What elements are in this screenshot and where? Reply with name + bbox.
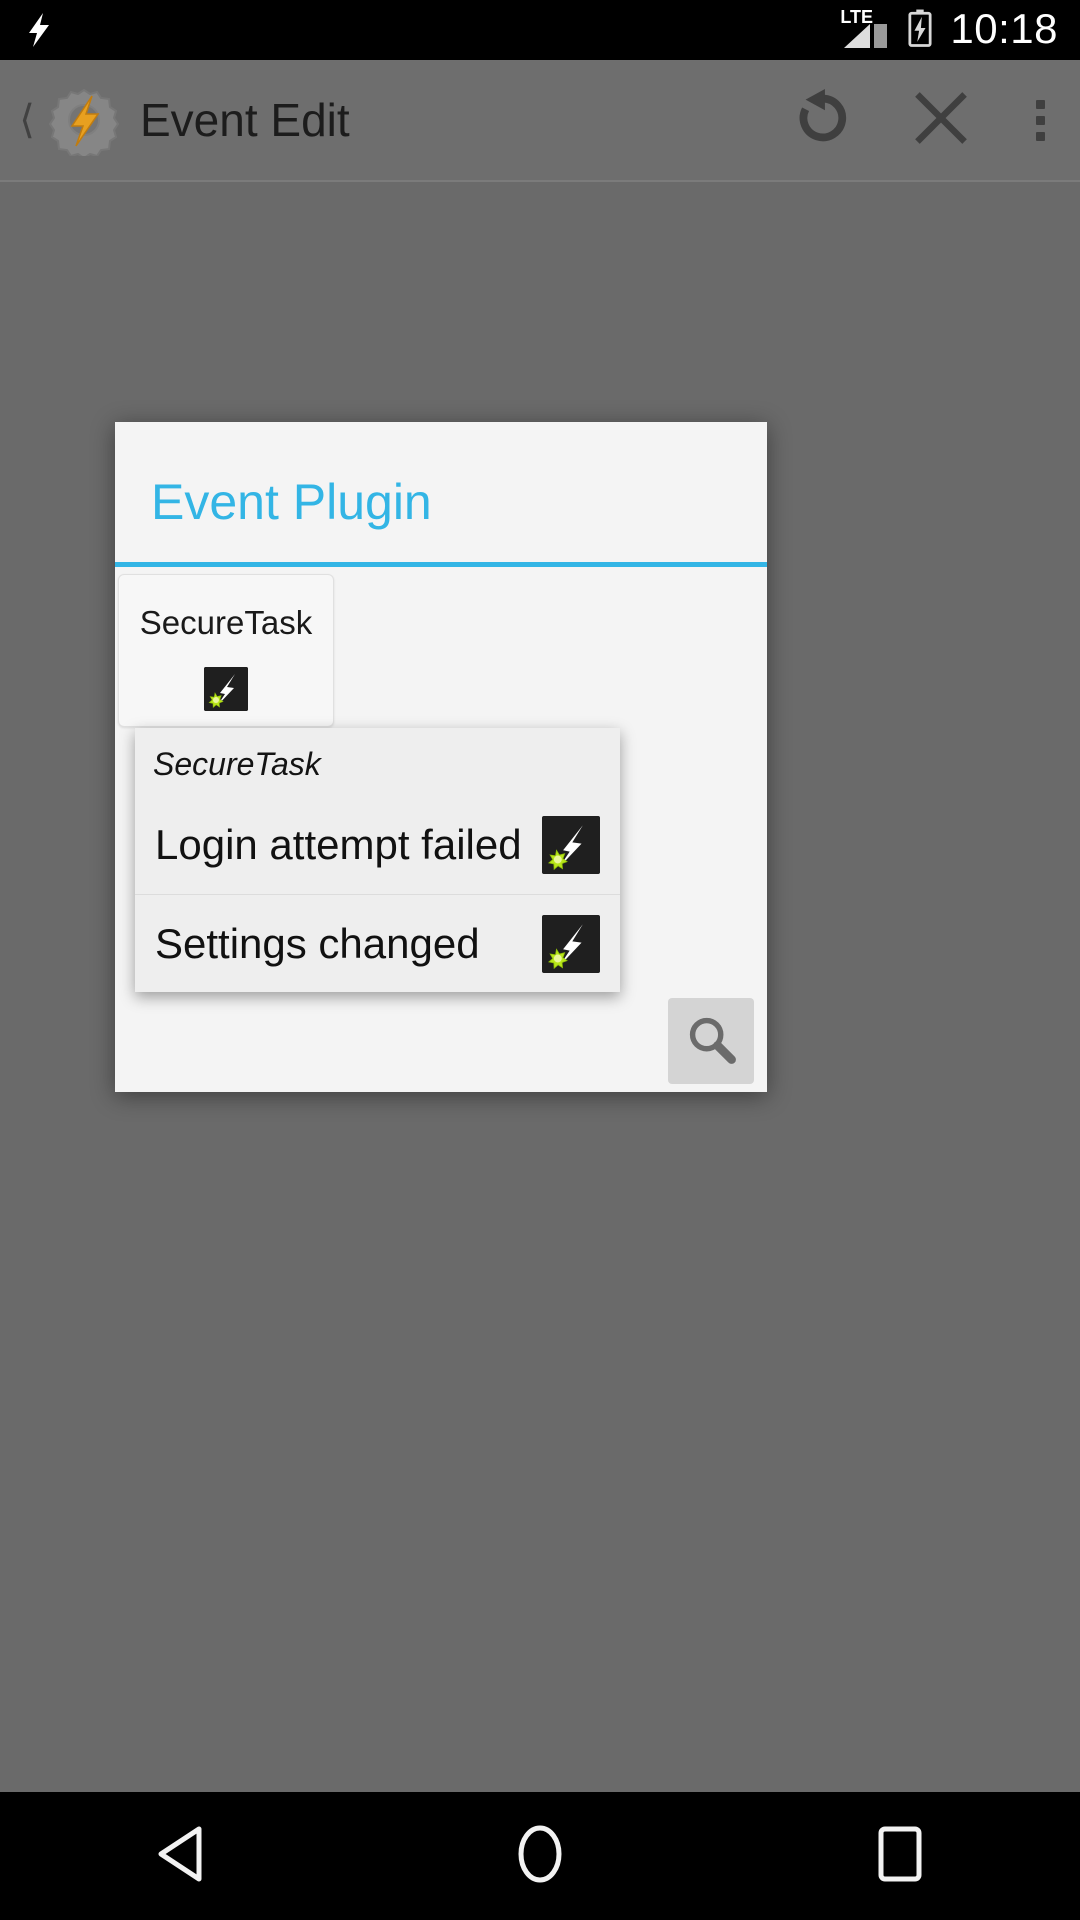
dropdown-header: SecureTask <box>153 746 321 782</box>
close-x-icon <box>911 88 971 153</box>
list-item-label: Login attempt failed <box>155 821 522 868</box>
event-plugin-dialog: Event Plugin SecureTask SecureTask Login… <box>115 422 767 1092</box>
three-dots-vertical-icon-dot3 <box>1035 131 1045 141</box>
nav-home-button[interactable] <box>440 1792 640 1920</box>
nav-recents-button[interactable] <box>800 1792 1000 1920</box>
page-title: Event Edit <box>140 94 350 146</box>
dialog-title-divider <box>115 562 767 567</box>
status-bar: LTE 10:18 <box>0 0 1080 60</box>
chevron-left-icon[interactable]: ⟨ <box>10 100 44 140</box>
search-button[interactable] <box>668 998 754 1084</box>
plugin-event-dropdown: SecureTask Login attempt failed Settings… <box>135 728 620 992</box>
three-dots-vertical-icon-dot2 <box>1035 115 1045 125</box>
dropdown-item-settings-changed[interactable]: Settings changed <box>135 894 620 992</box>
list-item-label: Settings changed <box>155 919 480 967</box>
overflow-menu-button[interactable] <box>1000 59 1080 181</box>
dialog-title: Event Plugin <box>151 474 432 530</box>
undo-rotate-icon <box>792 87 854 154</box>
search-magnifier-icon <box>685 1013 737 1070</box>
plugin-spinner[interactable]: SecureTask <box>118 574 334 727</box>
app-bar: ⟨ Event Edit <box>0 60 1080 182</box>
securetask-plugin-icon <box>542 816 600 874</box>
lightning-bolt-icon <box>26 13 52 47</box>
tasker-gear-bolt-icon[interactable] <box>48 84 120 160</box>
securetask-plugin-icon <box>542 914 600 973</box>
navigation-bar <box>0 1792 1080 1920</box>
cancel-button[interactable] <box>882 59 1000 181</box>
home-circle-icon <box>514 1824 566 1889</box>
android-screen: LTE 10:18 ⟨ Event Edit Event Plugin Secu… <box>0 0 1080 1920</box>
dropdown-item-login-attempt-failed[interactable]: Login attempt failed <box>135 796 620 894</box>
securetask-plugin-icon <box>204 667 248 711</box>
undo-button[interactable] <box>764 59 882 181</box>
back-triangle-icon <box>155 1826 205 1887</box>
nav-back-button[interactable] <box>80 1792 280 1920</box>
signal-bars-icon: LTE <box>840 8 894 50</box>
app-bar-actions <box>764 60 1080 180</box>
status-bar-system-icons: LTE 10:18 <box>840 4 1058 53</box>
battery-charging-icon <box>908 9 932 52</box>
plugin-spinner-label: SecureTask <box>139 604 313 641</box>
status-bar-notifications <box>26 13 52 47</box>
recents-square-icon <box>877 1826 923 1887</box>
status-bar-clock: 10:18 <box>950 4 1058 52</box>
three-dots-vertical-icon <box>1035 99 1045 109</box>
